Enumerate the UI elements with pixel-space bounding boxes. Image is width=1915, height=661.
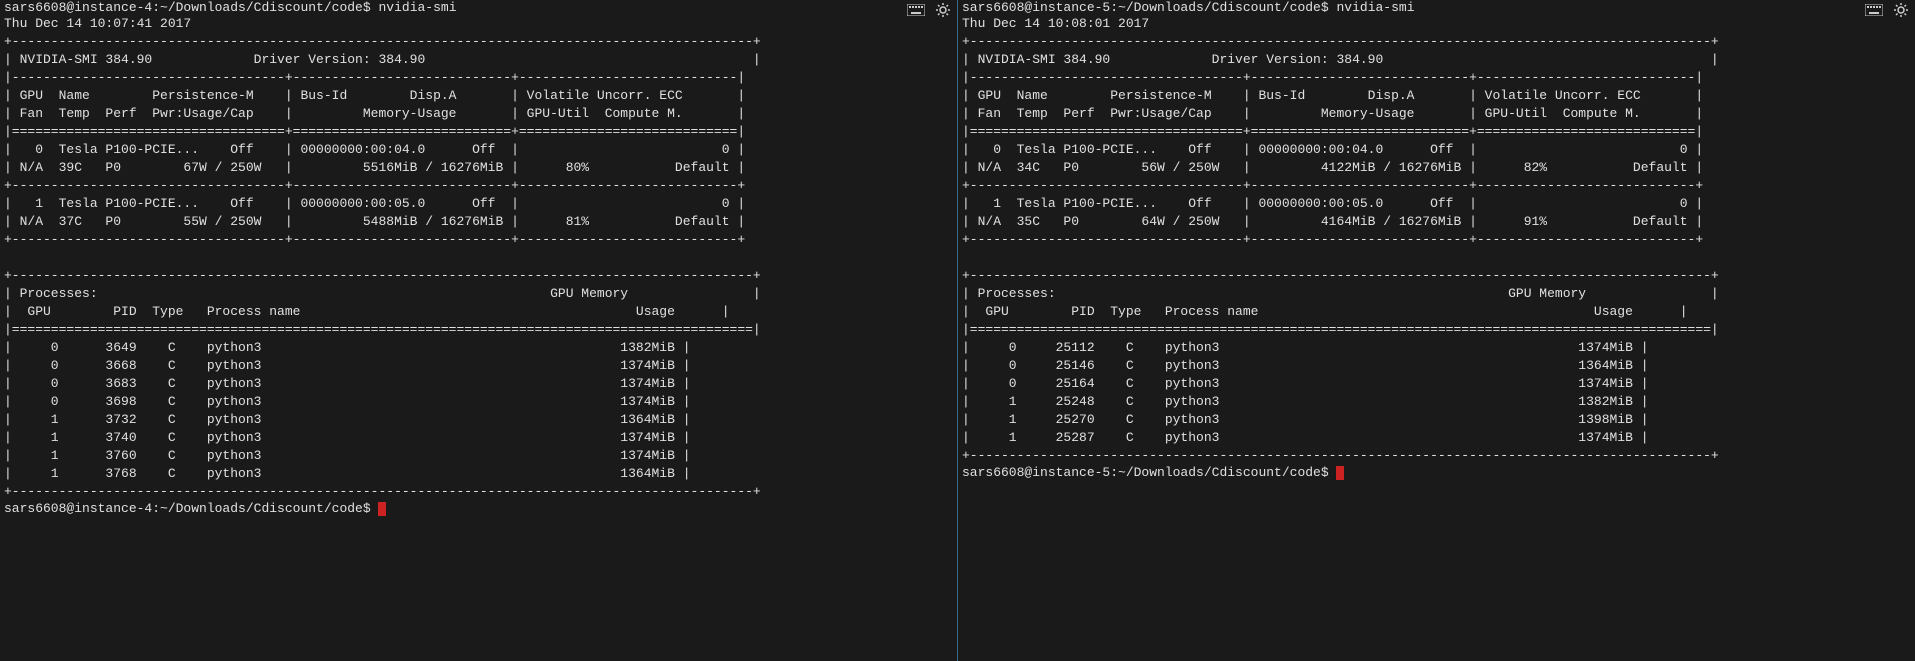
prompt-line: sars6608@instance-4:~/Downloads/Cdiscoun…: [4, 0, 953, 15]
terminal-pane-left[interactable]: sars6608@instance-4:~/Downloads/Cdiscoun…: [0, 0, 958, 661]
keyboard-icon[interactable]: [907, 4, 925, 16]
command-text: nvidia-smi: [1336, 0, 1414, 15]
prompt-text: sars6608@instance-4:~/Downloads/Cdiscoun…: [4, 501, 371, 516]
keyboard-icon[interactable]: [1865, 4, 1883, 16]
prompt-line-2[interactable]: sars6608@instance-5:~/Downloads/Cdiscoun…: [962, 465, 1911, 480]
cursor-icon: [378, 502, 386, 516]
prompt-line: sars6608@instance-5:~/Downloads/Cdiscoun…: [962, 0, 1911, 15]
cursor-icon: [1336, 466, 1344, 480]
prompt-text: sars6608@instance-4:~/Downloads/Cdiscoun…: [4, 0, 371, 15]
nvidia-smi-output: Thu Dec 14 10:07:41 2017 +--------------…: [4, 15, 953, 501]
prompt-text: sars6608@instance-5:~/Downloads/Cdiscoun…: [962, 465, 1329, 480]
nvidia-smi-output: Thu Dec 14 10:08:01 2017 +--------------…: [962, 15, 1911, 465]
prompt-line-2[interactable]: sars6608@instance-4:~/Downloads/Cdiscoun…: [4, 501, 953, 516]
command-text: nvidia-smi: [378, 0, 456, 15]
gear-icon[interactable]: [1893, 2, 1909, 18]
terminal-pane-right[interactable]: sars6608@instance-5:~/Downloads/Cdiscoun…: [958, 0, 1915, 661]
prompt-text: sars6608@instance-5:~/Downloads/Cdiscoun…: [962, 0, 1329, 15]
gear-icon[interactable]: [935, 2, 951, 18]
